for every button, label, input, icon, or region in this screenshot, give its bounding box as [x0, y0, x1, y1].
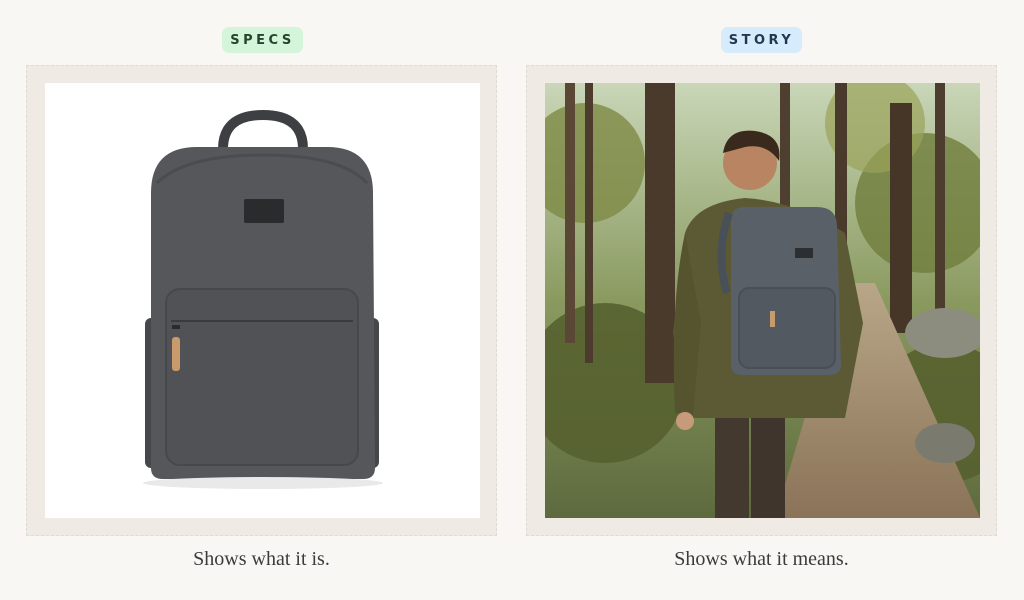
forest-scene-illustration: [545, 83, 980, 518]
story-badge: STORY: [721, 27, 802, 53]
specs-image-frame: [26, 65, 497, 536]
story-caption: Shows what it means.: [674, 548, 849, 570]
hiker-forest-image: [545, 83, 980, 518]
story-image-frame: [526, 65, 997, 536]
specs-badge: SPECS: [222, 27, 303, 53]
specs-caption: Shows what it is.: [193, 548, 330, 570]
product-backpack-image: [45, 83, 480, 518]
backpack-illustration: [143, 109, 383, 489]
